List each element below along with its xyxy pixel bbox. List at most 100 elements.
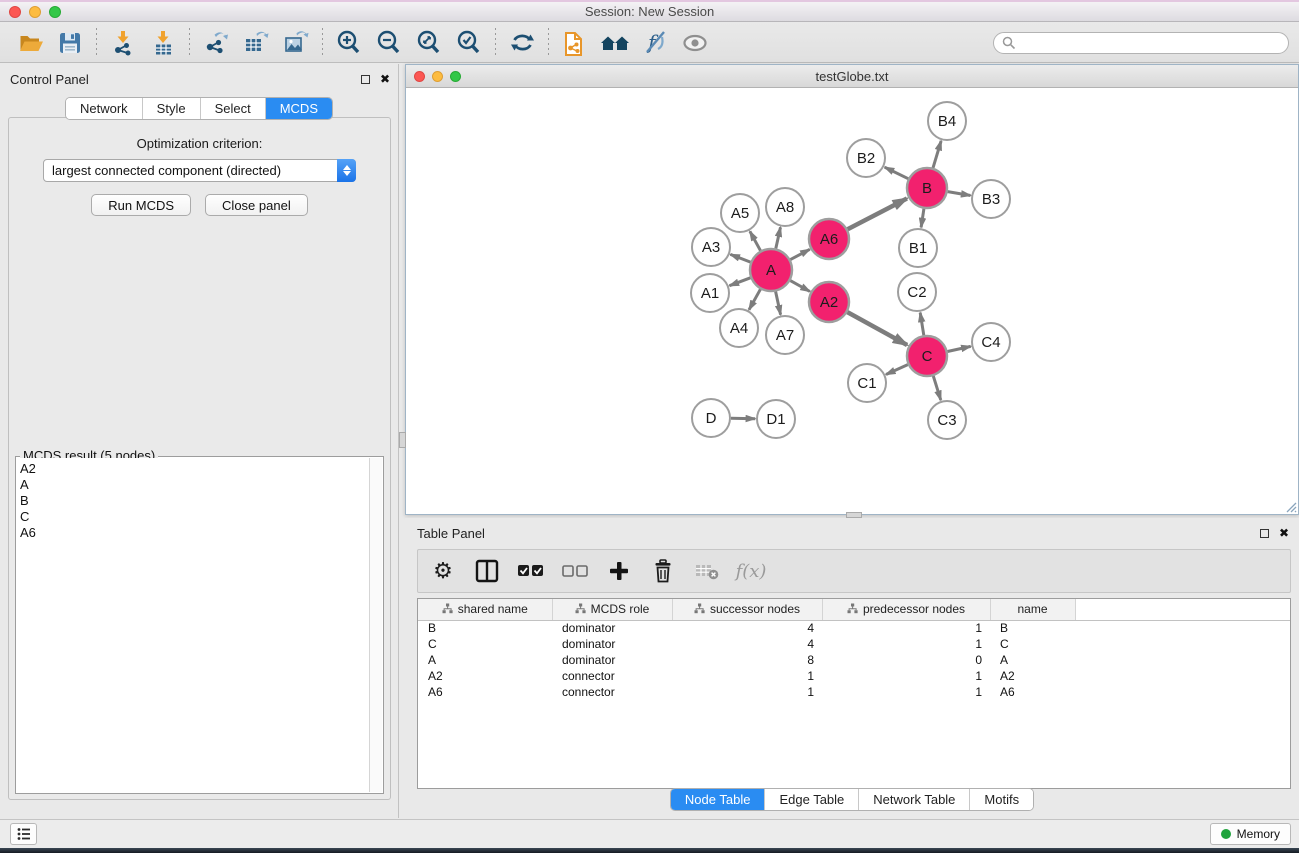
- table-cell[interactable]: 1: [672, 684, 822, 700]
- table-cell[interactable]: A6: [990, 684, 1075, 700]
- graph-node-B3[interactable]: B3: [972, 180, 1010, 218]
- graph-edge[interactable]: [776, 227, 781, 248]
- memory-button[interactable]: Memory: [1210, 823, 1291, 845]
- table-cell[interactable]: B: [418, 620, 552, 636]
- graph-node-C1[interactable]: C1: [848, 364, 886, 402]
- graph-edge[interactable]: [886, 365, 908, 375]
- tab-motifs[interactable]: Motifs: [970, 789, 1033, 810]
- criterion-dropdown[interactable]: largest connected component (directed): [43, 159, 356, 182]
- export-image-icon[interactable]: [276, 27, 316, 59]
- mcds-result-item[interactable]: B: [20, 493, 369, 509]
- graph-node-A4[interactable]: A4: [720, 309, 758, 347]
- graph-node-C3[interactable]: C3: [928, 401, 966, 439]
- table-cell[interactable]: A: [990, 652, 1075, 668]
- function-builder-icon[interactable]: f(x): [736, 556, 766, 586]
- table-cell[interactable]: 4: [672, 636, 822, 652]
- table-cell[interactable]: 4: [672, 620, 822, 636]
- graph-node-D1[interactable]: D1: [757, 400, 795, 438]
- table-cell[interactable]: A2: [990, 668, 1075, 684]
- column-header-predecessor-nodes[interactable]: predecessor nodes: [822, 599, 990, 620]
- first-neighbors-icon[interactable]: [595, 27, 635, 59]
- tab-mcds[interactable]: MCDS: [266, 98, 332, 119]
- unselect-all-columns-icon[interactable]: [560, 556, 590, 586]
- table-cell[interactable]: C: [990, 636, 1075, 652]
- mcds-result-item[interactable]: A6: [20, 525, 369, 541]
- zoom-fit-icon[interactable]: [409, 27, 449, 59]
- tab-network-table[interactable]: Network Table: [859, 789, 970, 810]
- create-column-plus-icon[interactable]: [604, 556, 634, 586]
- tab-node-table[interactable]: Node Table: [671, 789, 766, 810]
- import-network-icon[interactable]: [103, 27, 143, 59]
- tab-select[interactable]: Select: [201, 98, 266, 119]
- import-table-icon[interactable]: [143, 27, 183, 59]
- graph-edge[interactable]: [933, 141, 941, 168]
- table-cell[interactable]: 1: [822, 620, 990, 636]
- table-cell[interactable]: dominator: [552, 620, 672, 636]
- table-cell[interactable]: A6: [418, 684, 552, 700]
- graph-node-C4[interactable]: C4: [972, 323, 1010, 361]
- mcds-result-item[interactable]: A2: [20, 461, 369, 477]
- table-cell[interactable]: 1: [822, 684, 990, 700]
- graph-node-A5[interactable]: A5: [721, 194, 759, 232]
- zoom-out-icon[interactable]: [369, 27, 409, 59]
- graph-node-A3[interactable]: A3: [692, 228, 730, 266]
- show-panel-list-button[interactable]: [10, 823, 37, 845]
- graph-node-D[interactable]: D: [692, 399, 730, 437]
- graph-node-B1[interactable]: B1: [899, 229, 937, 267]
- tab-style[interactable]: Style: [143, 98, 201, 119]
- birds-eye-view-icon[interactable]: [675, 27, 715, 59]
- graph-node-A8[interactable]: A8: [766, 188, 804, 226]
- graph-node-C2[interactable]: C2: [898, 273, 936, 311]
- mcds-result-item[interactable]: A: [20, 477, 369, 493]
- result-scrollbar[interactable]: [369, 458, 382, 792]
- table-cell[interactable]: dominator: [552, 652, 672, 668]
- open-file-icon[interactable]: [10, 27, 50, 59]
- network-canvas[interactable]: B4B2BB3A5A8A6A3B1AA1C2A2A4A7C4CC1C3DD1: [406, 88, 1298, 514]
- graph-edge[interactable]: [776, 292, 781, 315]
- graph-node-A6[interactable]: A6: [809, 219, 849, 259]
- show-columns-icon[interactable]: [472, 556, 502, 586]
- graph-edge[interactable]: [948, 192, 971, 196]
- table-cell[interactable]: connector: [552, 668, 672, 684]
- splitter-handle-left[interactable]: [399, 432, 406, 448]
- float-table-panel-icon[interactable]: [1260, 529, 1269, 538]
- graph-edge[interactable]: [730, 278, 751, 286]
- search-input[interactable]: [1021, 36, 1280, 50]
- column-header-shared-name[interactable]: shared name: [418, 599, 552, 620]
- table-cell[interactable]: 1: [672, 668, 822, 684]
- column-header-successor-nodes[interactable]: successor nodes: [672, 599, 822, 620]
- table-cell[interactable]: 1: [822, 668, 990, 684]
- run-mcds-button[interactable]: Run MCDS: [91, 194, 191, 216]
- select-all-columns-icon[interactable]: [516, 556, 546, 586]
- table-options-gear-icon[interactable]: ⚙: [428, 556, 458, 586]
- table-cell[interactable]: 8: [672, 652, 822, 668]
- graph-edge[interactable]: [848, 199, 907, 230]
- close-panel-button[interactable]: Close panel: [205, 194, 308, 216]
- mcds-result-item[interactable]: C: [20, 509, 369, 525]
- graph-edge[interactable]: [948, 346, 971, 351]
- close-table-panel-icon[interactable]: ✖: [1279, 527, 1289, 539]
- resize-gripper-icon[interactable]: [1283, 499, 1297, 513]
- graph-edge[interactable]: [750, 231, 761, 250]
- table-cell[interactable]: 0: [822, 652, 990, 668]
- zoom-selected-icon[interactable]: [449, 27, 489, 59]
- float-panel-icon[interactable]: [361, 75, 370, 84]
- graph-node-A[interactable]: A: [750, 249, 792, 291]
- table-cell[interactable]: 1: [822, 636, 990, 652]
- table-cell[interactable]: B: [990, 620, 1075, 636]
- graph-node-A7[interactable]: A7: [766, 316, 804, 354]
- show-graphics-details-icon[interactable]: f: [635, 27, 675, 59]
- close-panel-icon[interactable]: ✖: [380, 73, 390, 85]
- search-box[interactable]: [993, 32, 1289, 54]
- graph-node-B[interactable]: B: [907, 168, 947, 208]
- delete-table-icon[interactable]: [692, 556, 722, 586]
- delete-column-trash-icon[interactable]: [648, 556, 678, 586]
- save-session-icon[interactable]: [50, 27, 90, 59]
- refresh-icon[interactable]: [502, 27, 542, 59]
- table-cell[interactable]: A: [418, 652, 552, 668]
- table-cell[interactable]: A2: [418, 668, 552, 684]
- export-table-icon[interactable]: [236, 27, 276, 59]
- table-cell[interactable]: dominator: [552, 636, 672, 652]
- graph-edge[interactable]: [790, 281, 810, 292]
- table-row[interactable]: A6connector11A6: [418, 684, 1290, 700]
